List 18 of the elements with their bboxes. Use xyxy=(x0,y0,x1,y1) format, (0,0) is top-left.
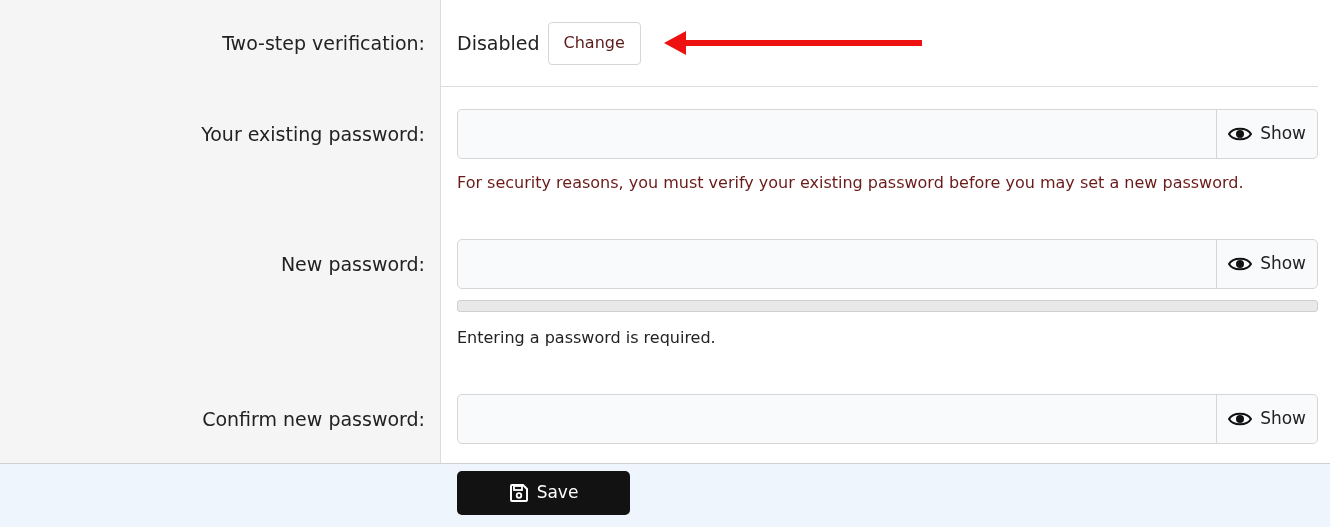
show-password-button[interactable]: Show xyxy=(1216,240,1317,288)
show-password-button[interactable]: Show xyxy=(1216,110,1317,158)
hint-text: Entering a password is required. xyxy=(457,327,717,349)
field-label: Your existing password: xyxy=(201,121,425,147)
eye-icon xyxy=(1228,126,1253,142)
eye-icon xyxy=(1228,256,1253,272)
change-button[interactable]: Change xyxy=(547,21,641,65)
status-text: Disabled xyxy=(457,30,540,56)
password-field[interactable]: Show xyxy=(457,109,1318,159)
save-button[interactable]: Save xyxy=(457,471,630,515)
show-password-button[interactable]: Show xyxy=(1216,395,1317,443)
hint-text: For security reasons, you must verify your existing password before you may set a new password. xyxy=(457,172,1245,194)
eye-icon xyxy=(1228,411,1253,427)
field-label: Two-step verification: xyxy=(222,31,425,57)
password-field[interactable]: Show xyxy=(457,239,1318,289)
password-field[interactable]: Show xyxy=(457,394,1318,444)
field-label: New password: xyxy=(280,251,425,277)
field-label: Confirm new password: xyxy=(202,406,425,432)
